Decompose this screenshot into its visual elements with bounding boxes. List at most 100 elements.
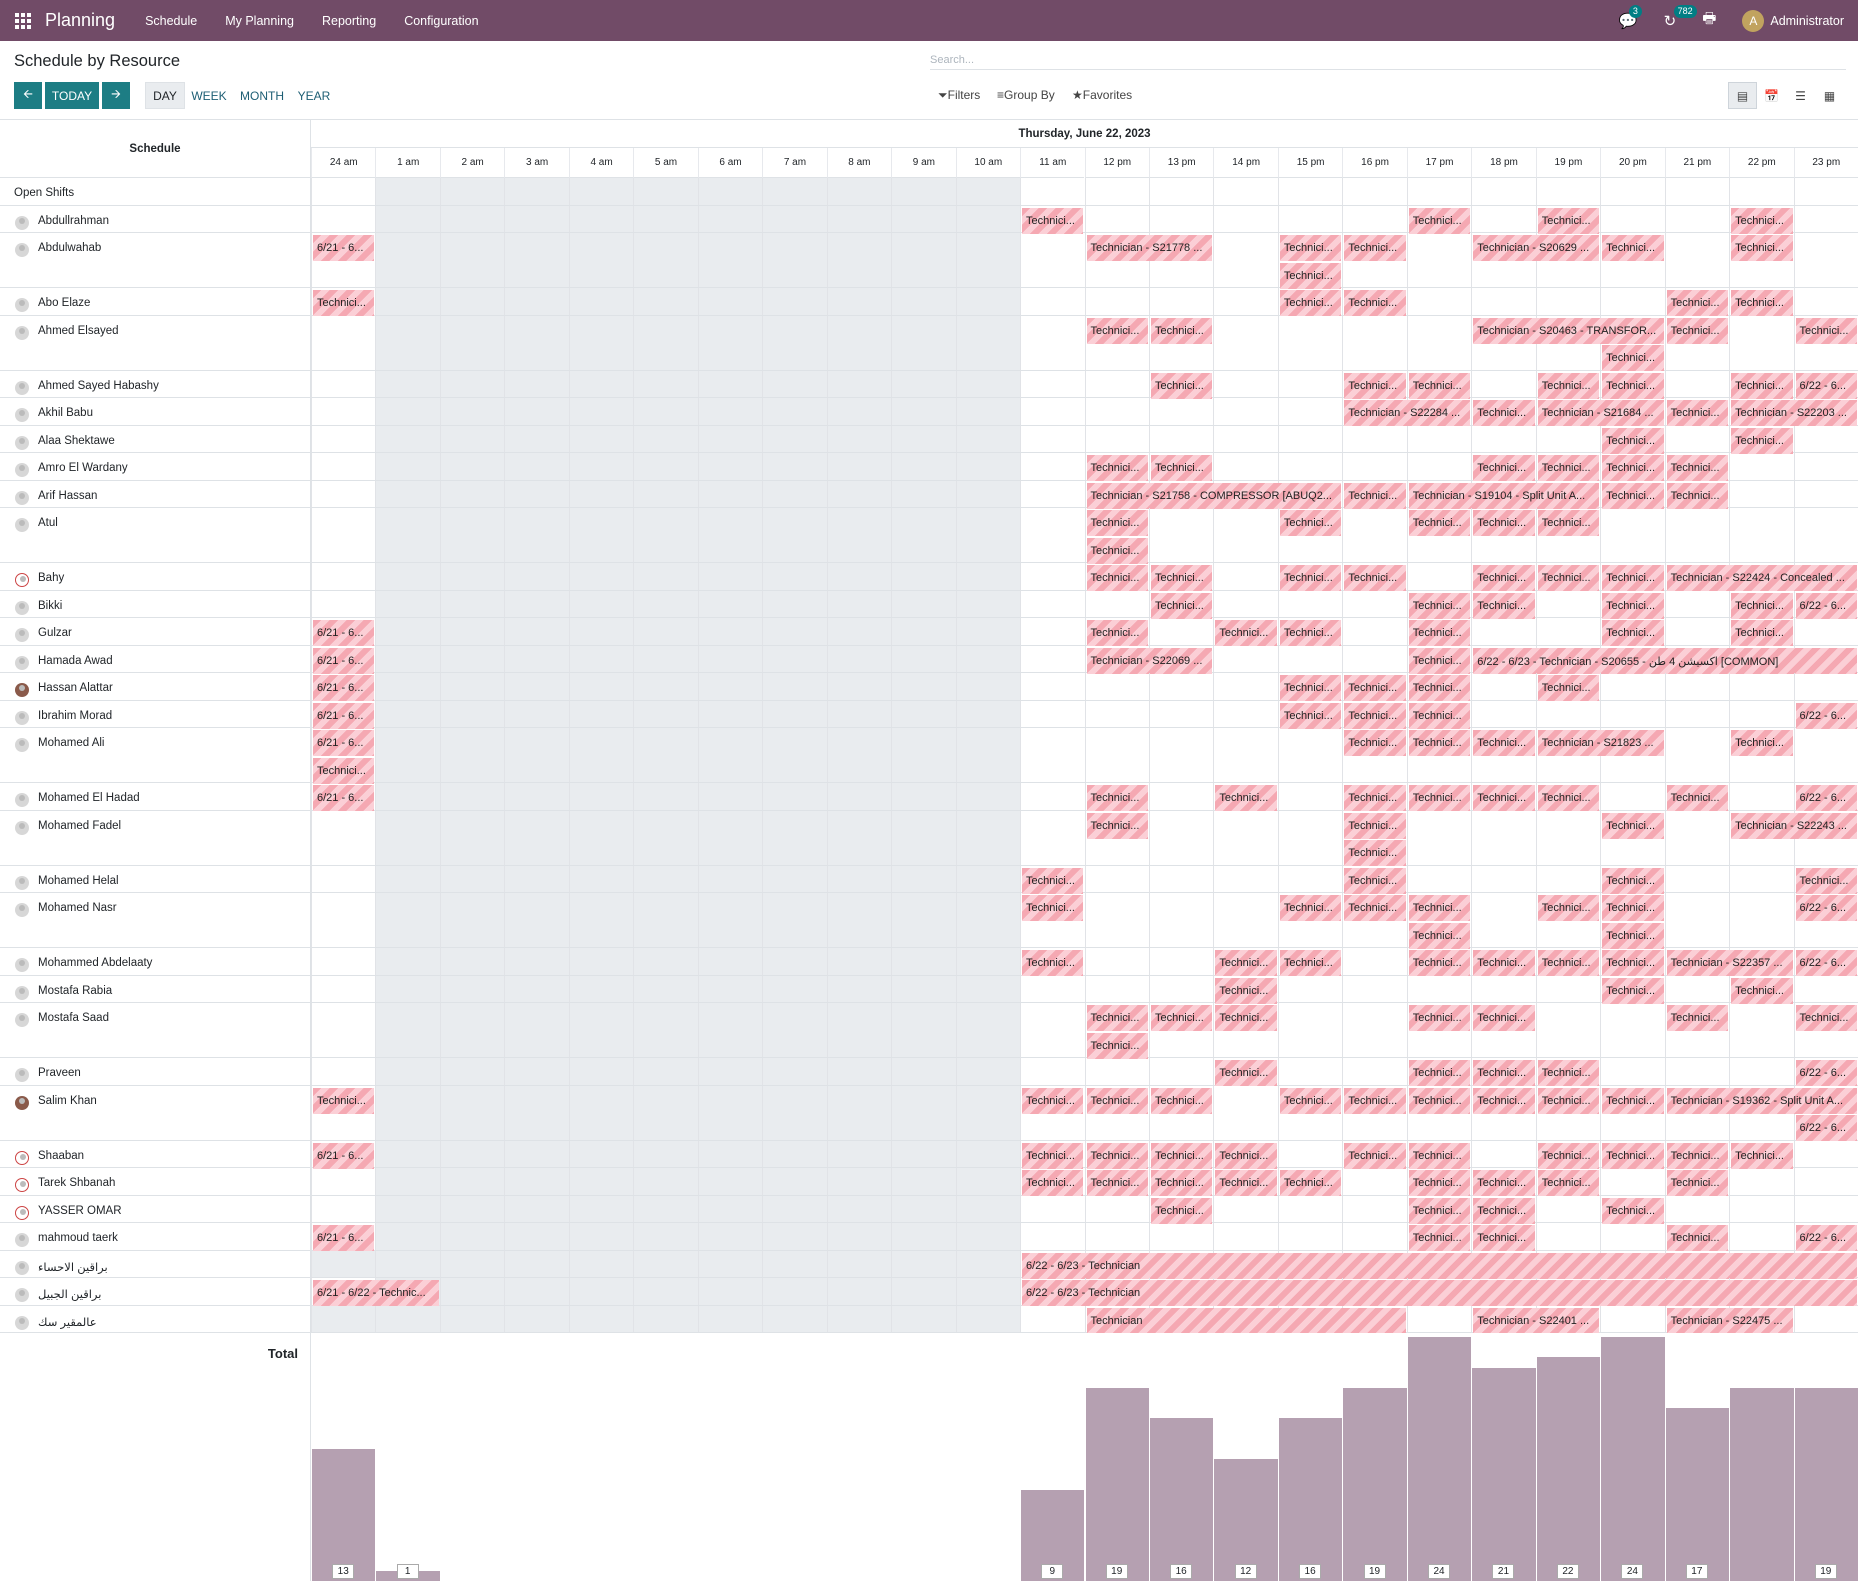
gantt-cell[interactable] [1278,178,1342,205]
gantt-cell[interactable] [762,728,826,782]
gantt-cell[interactable] [569,1058,633,1085]
shift-pill[interactable]: Technician - S22424 - Concealed ... [1667,565,1857,591]
shift-pill[interactable]: Technici... [1473,455,1534,481]
shift-pill[interactable]: Technici... [1215,978,1276,1004]
shift-pill[interactable]: Technici... [1344,1088,1405,1114]
gantt-cell[interactable] [1085,288,1149,315]
gantt-cell[interactable] [633,1306,697,1333]
shift-pill[interactable]: Technici... [1022,1088,1083,1114]
gantt-cell[interactable] [1729,783,1793,810]
shift-pill[interactable]: Technician - S22243 ... [1731,813,1857,839]
gantt-cell[interactable] [1665,178,1729,205]
gantt-cell[interactable] [633,1086,697,1140]
gantt-cell[interactable] [440,1251,504,1278]
gantt-cell[interactable] [1407,811,1471,865]
shift-pill[interactable]: Technici... [1280,290,1341,316]
shift-pill[interactable]: Technici... [1215,785,1276,811]
gantt-cell[interactable] [956,233,1020,287]
gantt-cell[interactable] [1020,453,1084,480]
gantt-cell[interactable] [1600,206,1664,233]
gantt-cell[interactable] [1149,728,1213,782]
shift-pill[interactable]: Technici... [1473,950,1534,976]
gantt-cell[interactable] [1085,178,1149,205]
gantt-cell[interactable] [891,1306,955,1333]
gantt-cell[interactable] [504,701,568,728]
gantt-cell[interactable] [633,1223,697,1250]
gantt-cell[interactable] [1665,508,1729,562]
gantt-cell[interactable] [1020,426,1084,453]
gantt-cell[interactable] [762,646,826,673]
gantt-cell[interactable] [1149,866,1213,893]
gantt-cell[interactable] [504,893,568,947]
gantt-cell[interactable] [956,481,1020,508]
shift-pill[interactable]: Technici... [1087,813,1148,839]
gantt-cell[interactable] [891,1141,955,1168]
shift-pill[interactable]: Technici... [1538,950,1599,976]
shift-pill[interactable]: Technici... [1344,290,1405,316]
gantt-cell[interactable] [440,701,504,728]
menu-reporting[interactable]: Reporting [322,14,376,28]
shift-pill[interactable]: Technici... [1602,428,1663,454]
group-by-button[interactable]: ≡Group By [997,88,1055,102]
gantt-cell[interactable] [891,426,955,453]
shift-pill[interactable]: Technician - S22069 ... [1087,648,1213,674]
shift-pill[interactable]: Technici... [1280,895,1341,921]
gantt-cell[interactable] [375,563,439,590]
shift-pill[interactable]: Technici... [1409,1088,1470,1114]
shift-pill[interactable]: Technici... [1409,730,1470,756]
gantt-cell[interactable] [1020,701,1084,728]
gantt-cell[interactable] [375,233,439,287]
gantt-cell[interactable] [504,866,568,893]
shift-pill[interactable]: Technici... [1538,565,1599,591]
shift-pill[interactable]: Technici... [1409,1143,1470,1169]
gantt-cell[interactable] [1665,728,1729,782]
gantt-cell[interactable] [375,1306,439,1333]
gantt-cell[interactable] [1278,1003,1342,1057]
gantt-cell[interactable] [762,893,826,947]
shift-pill[interactable]: Technici... [1087,620,1148,646]
shift-pill[interactable]: Technici... [1022,868,1083,894]
gantt-cell[interactable] [698,811,762,865]
filters-button[interactable]: ⏷Filters [938,88,980,103]
shift-pill[interactable]: Technici... [1409,1225,1470,1251]
gantt-cell[interactable] [375,1196,439,1223]
gantt-cell[interactable] [1536,1003,1600,1057]
shift-pill[interactable]: Technici... [1215,1143,1276,1169]
gantt-cell[interactable] [440,1058,504,1085]
gantt-cell[interactable] [1020,783,1084,810]
gantt-cell[interactable] [633,1251,697,1278]
gantt-cell[interactable] [1149,701,1213,728]
gantt-cell[interactable] [1020,1306,1084,1333]
gantt-cell[interactable] [891,206,955,233]
gantt-cell[interactable] [633,783,697,810]
gantt-cell[interactable] [827,976,891,1003]
gantt-cell[interactable] [375,1251,439,1278]
gantt-cell[interactable] [1471,701,1535,728]
shift-pill[interactable]: Technici... [1344,235,1405,261]
gantt-cell[interactable] [440,646,504,673]
gantt-cell[interactable] [375,178,439,205]
shift-pill[interactable]: Technici... [1473,1170,1534,1196]
gantt-cell[interactable] [1729,178,1793,205]
gantt-cell[interactable] [827,398,891,425]
gantt-cell[interactable] [375,646,439,673]
gantt-cell[interactable] [440,1196,504,1223]
gantt-cell[interactable] [1407,178,1471,205]
gantt-cell[interactable] [311,481,375,508]
shift-pill[interactable]: 6/22 - 6... [1796,785,1857,811]
shift-pill[interactable]: Technici... [1409,593,1470,619]
gantt-cell[interactable] [1407,563,1471,590]
gantt-cell[interactable] [698,178,762,205]
gantt-cell[interactable] [1471,976,1535,1003]
gantt-cell[interactable] [1665,701,1729,728]
gantt-cell[interactable] [569,673,633,700]
menu-configuration[interactable]: Configuration [404,14,478,28]
gantt-cell[interactable] [956,1003,1020,1057]
gantt-cell[interactable] [698,701,762,728]
gantt-cell[interactable] [1213,701,1277,728]
gantt-cell[interactable] [891,508,955,562]
gantt-cell[interactable] [504,508,568,562]
shift-pill[interactable]: Technici... [1280,235,1341,261]
gantt-cell[interactable] [762,371,826,398]
shift-pill[interactable]: Technician - S22357 ... [1667,950,1793,976]
